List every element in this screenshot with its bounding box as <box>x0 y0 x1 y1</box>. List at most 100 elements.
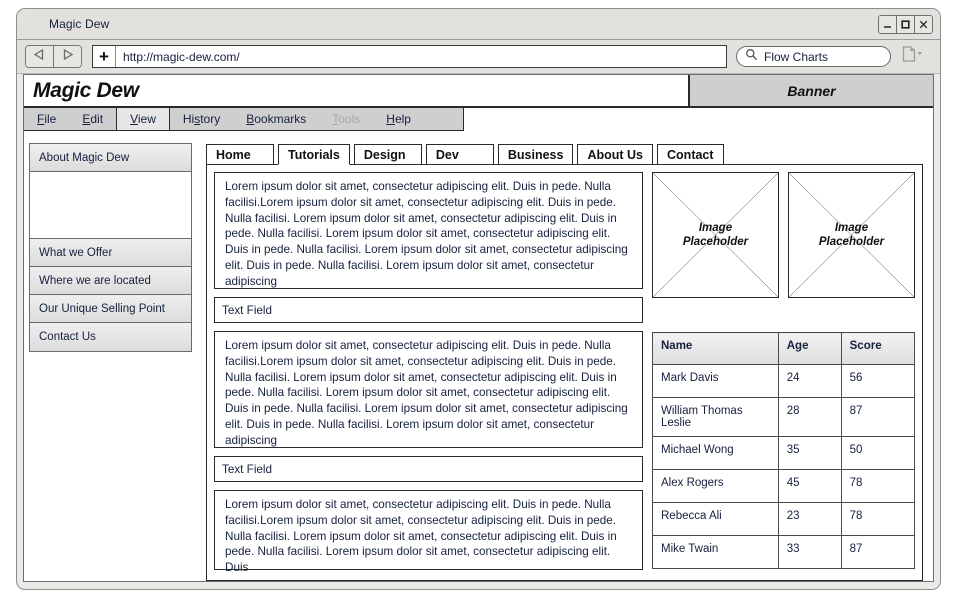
sidebar-item-label: About Magic Dew <box>39 151 130 164</box>
cell-age: 24 <box>777 364 842 398</box>
tab-business[interactable]: Business <box>497 144 574 165</box>
image-placeholder-2: Image Placeholder <box>788 172 915 298</box>
maximize-button[interactable] <box>897 16 915 33</box>
browser-window: Magic Dew + http://magic-dew.com/ Flow C… <box>16 8 941 590</box>
search-input[interactable]: Flow Charts <box>764 50 828 64</box>
window-title: Magic Dew <box>49 17 110 31</box>
placeholder-line-1: Image <box>698 222 733 234</box>
cell-name: Mike Twain <box>652 535 779 569</box>
sidebar-item-what-we-offer[interactable]: What we Offer <box>30 239 191 267</box>
address-input[interactable]: http://magic-dew.com/ <box>116 50 240 64</box>
placeholder-line-2: Placeholder <box>682 236 749 248</box>
address-bar[interactable]: + http://magic-dew.com/ <box>92 45 727 68</box>
table-header-score: Score <box>840 332 916 365</box>
sidebar-item-about-magic-dew[interactable]: About Magic Dew <box>30 144 191 172</box>
browser-toolbar: + http://magic-dew.com/ Flow Charts <box>17 40 940 74</box>
menu-bar: File Edit View History Bookmarks Tools H… <box>24 108 464 131</box>
menu-item-bookmarks[interactable]: Bookmarks <box>233 108 319 130</box>
sidebar-accordion: About Magic Dew What we Offer Where we a… <box>29 143 192 352</box>
image-placeholder-1: Image Placeholder <box>652 172 779 298</box>
menu-item-file[interactable]: File <box>24 108 69 130</box>
table-header-row: Name Age Score <box>652 332 916 365</box>
menu-item-tools: Tools <box>332 112 361 126</box>
cell-name: Michael Wong <box>652 436 779 470</box>
add-icon[interactable]: + <box>93 46 116 67</box>
navigation-buttons <box>25 45 82 68</box>
data-table: Name Age Score Mark Davis 24 56 William … <box>652 332 916 569</box>
tab-dev[interactable]: Dev <box>425 144 494 165</box>
cell-age: 28 <box>777 397 842 437</box>
forward-arrow-icon <box>60 48 75 66</box>
minimize-icon <box>882 19 893 30</box>
page-menu-button[interactable] <box>897 45 927 69</box>
tab-home[interactable]: Home <box>206 144 274 165</box>
forward-button[interactable] <box>53 46 81 67</box>
page-body: About Magic Dew What we Offer Where we a… <box>24 131 933 581</box>
site-logo: Magic Dew <box>24 75 690 106</box>
table-row[interactable]: William Thomas Leslie 28 87 <box>652 397 916 437</box>
tab-panel: Lorem ipsum dolor sit amet, consectetur … <box>206 164 923 581</box>
table-row[interactable]: Michael Wong 35 50 <box>652 436 916 470</box>
sidebar-item-where-we-are-located[interactable]: Where we are located <box>30 267 191 295</box>
panel-left-column: Lorem ipsum dolor sit amet, consectetur … <box>214 172 643 574</box>
table-header-name: Name <box>652 332 779 365</box>
close-button[interactable] <box>915 16 932 33</box>
search-box[interactable]: Flow Charts <box>736 46 891 67</box>
cell-name: Mark Davis <box>652 364 779 398</box>
cell-name: William Thomas Leslie <box>652 397 779 437</box>
tab-contact[interactable]: Contact <box>657 144 724 165</box>
back-button[interactable] <box>26 46 53 67</box>
placeholder-line-2: Placeholder <box>818 236 885 248</box>
table-row[interactable]: Alex Rogers 45 78 <box>652 469 916 503</box>
tab-about-us[interactable]: About Us <box>577 144 654 165</box>
sidebar-item-our-unique-selling-point[interactable]: Our Unique Selling Point <box>30 295 191 323</box>
back-arrow-icon <box>32 48 47 66</box>
cell-score: 78 <box>840 502 916 536</box>
image-placeholder-label: Image Placeholder <box>819 221 884 249</box>
cell-age: 23 <box>777 502 842 536</box>
image-placeholder-row: Image Placeholder Image Placeholder <box>652 172 915 298</box>
content-column: Home Tutorials Design Dev Business About… <box>206 143 923 581</box>
sidebar-item-label: Contact Us <box>39 331 96 343</box>
sidebar-item-label: Our Unique Selling Point <box>39 302 165 315</box>
sidebar-item-label: Where we are located <box>39 274 151 287</box>
page-viewport: Magic Dew Banner File Edit View History … <box>23 74 934 582</box>
tab-tutorials[interactable]: Tutorials <box>278 144 350 165</box>
tab-strip: Home Tutorials Design Dev Business About… <box>206 143 923 165</box>
title-bar: Magic Dew <box>17 9 940 40</box>
cell-score: 56 <box>840 364 916 398</box>
panel-right-column: Image Placeholder Image Placeholder Name… <box>652 172 916 573</box>
table-row[interactable]: Mark Davis 24 56 <box>652 364 916 398</box>
cell-score: 78 <box>840 469 916 503</box>
cell-age: 35 <box>777 436 842 470</box>
cell-score: 50 <box>840 436 916 470</box>
site-header: Magic Dew Banner <box>24 75 933 108</box>
page-dropdown-icon <box>900 45 924 69</box>
tab-design[interactable]: Design <box>353 144 422 165</box>
sidebar-item-label: What we Offer <box>39 246 113 259</box>
cell-score: 87 <box>840 397 916 437</box>
paragraph-block-1: Lorem ipsum dolor sit amet, consectetur … <box>214 172 643 289</box>
minimize-button[interactable] <box>879 16 897 33</box>
paragraph-block-3: Lorem ipsum dolor sit amet, consectetur … <box>214 490 643 574</box>
banner: Banner <box>690 75 933 106</box>
search-icon <box>745 48 758 66</box>
menu-item-help[interactable]: Help <box>373 108 424 130</box>
table-row[interactable]: Rebecca Ali 23 78 <box>652 502 916 536</box>
text-field-1[interactable]: Text Field <box>214 297 643 323</box>
cell-age: 33 <box>777 535 842 569</box>
cell-name: Alex Rogers <box>652 469 779 503</box>
sidebar-panel-about-magic-dew <box>30 172 191 239</box>
maximize-icon <box>900 19 911 30</box>
paragraph-block-2: Lorem ipsum dolor sit amet, consectetur … <box>214 331 643 448</box>
menu-item-history[interactable]: History <box>170 108 233 130</box>
menu-item-edit[interactable]: Edit <box>69 108 116 130</box>
sidebar-item-contact-us[interactable]: Contact Us <box>30 323 191 351</box>
window-controls <box>878 15 933 34</box>
text-field-2[interactable]: Text Field <box>214 456 643 482</box>
table-row[interactable]: Mike Twain 33 87 <box>652 535 916 569</box>
menu-item-view[interactable]: View <box>116 108 170 130</box>
table-header-age: Age <box>777 332 842 365</box>
image-placeholder-label: Image Placeholder <box>683 221 748 249</box>
cell-age: 45 <box>777 469 842 503</box>
